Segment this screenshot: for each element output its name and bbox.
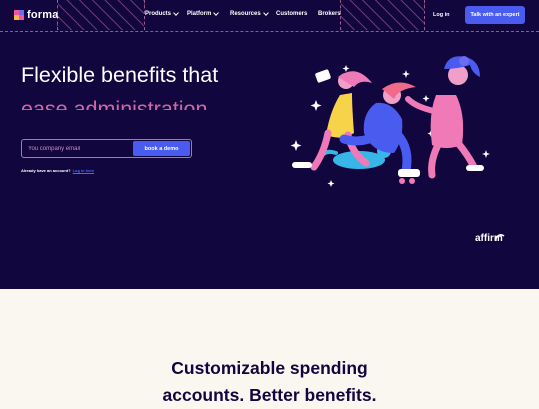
nav-item-label: Brokers [318, 11, 341, 17]
section-heading: Customizable spending accounts. Better b… [0, 355, 539, 409]
chevron-down-icon [213, 10, 220, 16]
nav-item-brokers[interactable]: Brokers [318, 11, 341, 17]
top-navbar: forma Products Platform Resources Custom… [0, 0, 539, 32]
brand-name: forma [27, 9, 59, 21]
affirm-logo: affirm [475, 232, 505, 244]
talk-with-expert-button[interactable]: Talk with an expert [465, 6, 525, 24]
nav-grid-overlay [57, 0, 145, 30]
section-heading-line2: accounts. Better benefits. [162, 384, 377, 405]
company-email-input[interactable] [28, 140, 128, 157]
affirm-arc-icon [494, 234, 505, 242]
nav-item-products[interactable]: Products [145, 10, 187, 17]
account-prompt: Already have an account? [21, 168, 71, 173]
nav-item-resources[interactable]: Resources [230, 10, 276, 17]
nav-item-label: Products [145, 11, 172, 17]
logo-mark-icon [14, 10, 24, 20]
nav-item-customers[interactable]: Customers [276, 11, 318, 17]
chevron-down-icon [262, 10, 269, 16]
chevron-down-icon [173, 10, 179, 16]
hero-illustration [290, 56, 490, 187]
brand-logo[interactable]: forma [14, 9, 59, 21]
login-link[interactable]: Log in [433, 12, 450, 18]
login-here-link[interactable]: Log in here [73, 168, 95, 173]
existing-account-line: Already have an account? Log in here [21, 168, 94, 173]
person-blue [363, 102, 403, 153]
hero-title: Flexible benefits that ease administrati… [21, 58, 281, 110]
nav-item-label: Customers [276, 11, 308, 17]
section-heading-line1: Customizable spending [171, 357, 368, 378]
nav-grid-overlay [340, 0, 425, 30]
demo-signup-form: book a demo [21, 139, 192, 158]
book-demo-button[interactable]: book a demo [133, 141, 190, 156]
hero-section: forma Products Platform Resources Custom… [0, 0, 539, 289]
nav-item-label: Platform [187, 11, 212, 17]
hero-title-line2: ease administration [21, 97, 208, 110]
nav-menu: Products Platform Resources Customers Br… [145, 10, 341, 17]
nav-item-platform[interactable]: Platform [187, 10, 230, 17]
hero-title-line1: Flexible benefits that [21, 63, 219, 87]
nav-item-label: Resources [230, 11, 261, 17]
